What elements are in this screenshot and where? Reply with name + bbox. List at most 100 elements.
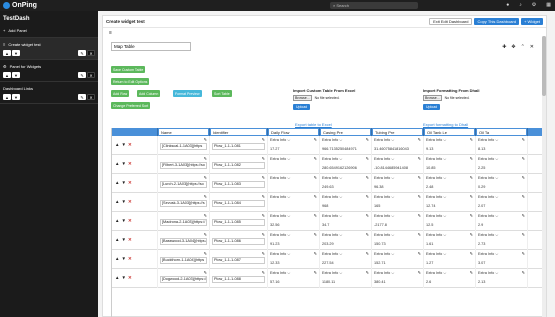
delete-row-icon[interactable]: ✕ [128,237,132,243]
move-row-up-icon[interactable]: ▲ [115,256,119,261]
extra-info-dropdown[interactable]: Extra Info ⌵ [426,195,446,199]
value-cell[interactable]: ✎ Extra Info ⌵ [268,154,320,174]
export-formatting-link[interactable]: Export formatting to Dhall [423,122,468,127]
edit-icon[interactable]: ✎ [366,213,369,218]
extra-info-dropdown[interactable]: Extra Info ⌵ [322,271,342,275]
edit-icon[interactable]: ✎ [204,175,207,180]
extra-info-dropdown[interactable]: Extra Info ⌵ [270,271,290,275]
edit-icon[interactable]: ✎ [314,137,317,142]
name-input[interactable]: [Basswood-3-1A04](https:// [160,237,207,245]
sidebar-item-create-widget-test[interactable]: ≡ Create widget test ▲ ▼ ✎ ✕ [0,38,98,60]
sort-table-button[interactable]: Sort Table [212,90,232,97]
identifier-cell[interactable]: ✎ Plow_1-1-1-086 [210,230,268,250]
identifier-cell[interactable]: ✎ Plow_1-1-1-087 [210,249,268,269]
extra-info-dropdown[interactable]: Extra Info ⌵ [478,157,498,161]
extra-info-dropdown[interactable]: Extra Info ⌵ [322,138,342,142]
sidebar-item-dashboard-links[interactable]: Dashboard Links ▲ ▼ ✎ ✕ [0,82,98,104]
value-cell[interactable]: ✎ Extra Info ⌵ 966.7135250484971 [320,135,372,155]
delete-row-icon[interactable]: ✕ [128,161,132,167]
edit-icon[interactable]: ✎ [204,232,207,237]
export-excel-link[interactable]: Export table to Excel [295,122,332,127]
value-cell[interactable]: ✎ Extra Info ⌵ 12.5 [424,211,476,231]
value-cell[interactable]: ✎ Extra Info ⌵ 17.27 [268,135,320,155]
move-down-button[interactable]: ▼ [12,50,20,56]
value-cell[interactable]: ✎ Extra Info ⌵ 1.61 [424,230,476,250]
extra-info-dropdown[interactable]: Extra Info ⌵ [270,138,290,142]
identifier-cell[interactable]: ✎ Plow_1-1-1-088 [210,268,268,288]
move-row-down-icon[interactable]: ▼ [121,275,125,280]
extra-info-dropdown[interactable]: Extra Info ⌵ [426,214,446,218]
identifier-input[interactable]: Plow_1-1-1-085 [212,218,265,226]
identifier-input[interactable]: Plow_1-1-1-084 [212,199,265,207]
edit-icon[interactable]: ✎ [418,270,421,275]
extra-info-dropdown[interactable]: Extra Info ⌵ [322,214,342,218]
value-cell[interactable]: ✎ Extra Info ⌵ 2.25 [476,154,528,174]
plus-icon[interactable]: ✚ [502,44,506,50]
edit-icon[interactable]: ✎ [366,270,369,275]
edit-icon[interactable]: ✎ [204,156,207,161]
extra-info-dropdown[interactable]: Extra Info ⌵ [322,176,342,180]
move-row-down-icon[interactable]: ▼ [121,256,125,261]
delete-row-icon[interactable]: ✕ [128,199,132,205]
value-cell[interactable]: ✎ Extra Info ⌵ 12.74 [424,192,476,212]
delete-panel-button[interactable]: ✕ [87,50,95,56]
edit-icon[interactable]: ✎ [366,194,369,199]
value-cell[interactable]: ✎ Extra Info ⌵ 1180.11 [320,268,372,288]
add-row-button[interactable]: Add Row [111,90,130,97]
name-input[interactable]: [Filbert-3-1A03](https://so [160,161,207,169]
identifier-cell[interactable]: ✎ Plow_1-1-1-082 [210,154,268,174]
edit-icon[interactable]: ✎ [470,137,473,142]
edit-icon[interactable]: ✎ [314,251,317,256]
move-row-down-icon[interactable]: ▼ [121,180,125,185]
value-cell[interactable]: ✎ Extra Info ⌵ -10.8144685941408 [372,154,424,174]
move-row-down-icon[interactable]: ▼ [121,142,125,147]
extra-info-dropdown[interactable]: Extra Info ⌵ [374,252,394,256]
name-cell[interactable]: ✎ [Basswood-3-1A04](https:// [158,230,210,250]
value-cell[interactable]: ✎ Extra Info ⌵ 152.71 [372,249,424,269]
value-cell[interactable]: ✎ Extra Info ⌵ 165 [372,192,424,212]
edit-icon[interactable]: ✎ [262,232,265,237]
onping-logo[interactable]: OnPing [0,2,37,9]
value-cell[interactable]: ✎ Extra Info ⌵ 2.6 [424,268,476,288]
identifier-input[interactable]: Plow_1-1-1-083 [212,180,265,188]
edit-icon[interactable]: ✎ [204,251,207,256]
edit-icon[interactable]: ✎ [262,194,265,199]
identifier-cell[interactable]: ✎ Plow_1-1-1-085 [210,211,268,231]
value-cell[interactable]: ✎ Extra Info ⌵ 3.07 [476,249,528,269]
edit-icon[interactable]: ✎ [418,156,421,161]
move-down-button[interactable]: ▼ [12,72,20,78]
edit-icon[interactable]: ✎ [314,156,317,161]
extra-info-dropdown[interactable]: Extra Info ⌵ [322,157,342,161]
delete-row-icon[interactable]: ✕ [128,275,132,281]
edit-icon[interactable]: ✎ [366,175,369,180]
value-cell[interactable]: ✎ Extra Info ⌵ 0.29 [476,173,528,193]
value-cell[interactable]: ✎ Extra Info ⌵ 57.16 [268,268,320,288]
move-row-up-icon[interactable]: ▲ [115,237,119,242]
value-cell[interactable]: ✎ Extra Info ⌵ 8.13 [476,135,528,155]
delete-panel-button[interactable]: ✕ [87,72,95,78]
value-cell[interactable]: ✎ Extra Info ⌵ -2177.8 [372,211,424,231]
extra-info-dropdown[interactable]: Extra Info ⌵ [374,138,394,142]
edit-icon[interactable]: ✎ [522,232,525,237]
extra-info-dropdown[interactable]: Extra Info ⌵ [322,195,342,199]
value-cell[interactable]: ✎ Extra Info ⌵ 2.48 [424,173,476,193]
value-cell[interactable]: ✎ Extra Info ⌵ 2.07 [476,192,528,212]
move-row-up-icon[interactable]: ▲ [115,161,119,166]
edit-icon[interactable]: ✎ [366,137,369,142]
value-cell[interactable]: ✎ Extra Info ⌵ 968 [320,192,372,212]
edit-icon[interactable]: ✎ [418,213,421,218]
name-cell[interactable]: ✎ [Lurch-2-1A03](https://so [158,173,210,193]
edit-icon[interactable]: ✎ [470,251,473,256]
extra-info-dropdown[interactable]: Extra Info ⌵ [270,233,290,237]
move-row-down-icon[interactable]: ▼ [121,237,125,242]
return-to-edit-options-button[interactable]: Return to Edit Options [111,78,150,85]
move-row-up-icon[interactable]: ▲ [115,218,119,223]
edit-icon[interactable]: ✎ [262,270,265,275]
exit-edit-dashboard-button[interactable]: Exit Edit Dashboard [429,18,473,25]
value-cell[interactable]: ✎ Extra Info ⌵ 32.56 [268,211,320,231]
edit-icon[interactable]: ✎ [418,137,421,142]
edit-icon[interactable]: ✎ [262,251,265,256]
extra-info-dropdown[interactable]: Extra Info ⌵ [478,176,498,180]
name-input[interactable]: [Madrona-2-1A03](https:// [160,218,207,226]
name-input[interactable]: [Buckthorn-1-1A04](https [160,256,207,264]
